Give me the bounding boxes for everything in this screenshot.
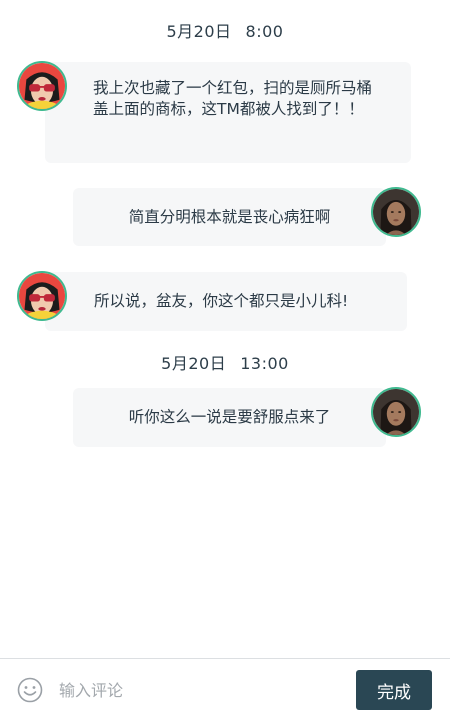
message-bubble-sent: 听你这么一说是要舒服点来了 [73, 388, 386, 447]
done-button[interactable]: 完成 [356, 670, 432, 710]
message-bubble-received: 所以说，盆友，你这个都只是小儿科! [45, 272, 407, 331]
message-text: 所以说，盆友，你这个都只是小儿科! [94, 292, 349, 310]
woman-portrait-avatar[interactable] [371, 187, 421, 237]
timestamp-date: 5月20日 [161, 354, 227, 373]
woman-sunglasses-avatar[interactable] [17, 271, 67, 321]
message-text: 简直分明根本就是丧心病狂啊 [128, 207, 331, 226]
woman-sunglasses-avatar[interactable] [17, 61, 67, 111]
timestamp: 5月20日 13:00 [0, 350, 450, 374]
timestamp-date: 5月20日 [166, 22, 232, 41]
timestamp-time: 13:00 [240, 354, 289, 373]
message-bubble-sent: 简直分明根本就是丧心病狂啊 [73, 188, 386, 246]
message-bubble-received: 我上次也藏了一个红包，扫的是厕所马桶盖上面的商标，这TM都被人找到了！！ [45, 62, 411, 163]
chat-area: 5月20日 8:00 我上次也藏了一个红包，扫的是厕所马桶盖上面的商标，这TM都被… [0, 0, 450, 658]
message-text: 我上次也藏了一个红包，扫的是厕所马桶盖上面的商标，这TM都被人找到了！！ [93, 79, 373, 118]
woman-portrait-avatar[interactable] [371, 387, 421, 437]
timestamp: 5月20日 8:00 [0, 18, 450, 42]
comment-input[interactable] [59, 675, 329, 705]
message-text: 听你这么一说是要舒服点来了 [128, 408, 331, 426]
smiley-face-icon[interactable] [17, 677, 43, 703]
timestamp-time: 8:00 [245, 22, 284, 41]
